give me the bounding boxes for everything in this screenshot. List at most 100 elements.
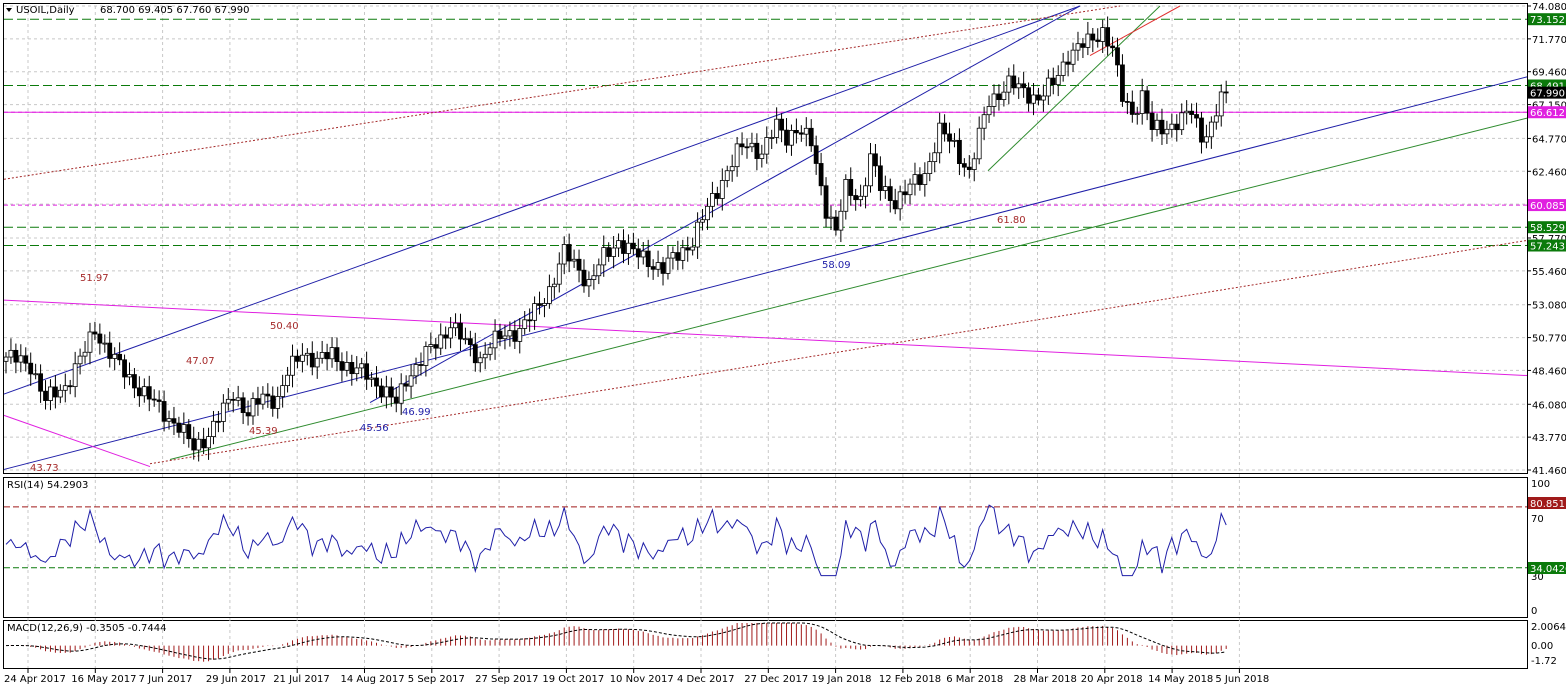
candle-body [635, 248, 641, 258]
candle-body [102, 342, 108, 345]
candle-body [270, 395, 276, 409]
y-tick-label: 71.770 [1532, 35, 1566, 46]
candle-body [902, 191, 908, 196]
candle-body [413, 364, 419, 377]
candle-body [127, 374, 132, 378]
candle-body [1169, 123, 1175, 130]
y-tick-label: 48.460 [1532, 366, 1566, 377]
candle-body [952, 139, 957, 142]
candle-body [141, 386, 147, 397]
fib-level-label: 61.80 [997, 215, 1026, 226]
candle-body [349, 362, 355, 375]
candle-body [710, 193, 715, 207]
candle-body [13, 349, 19, 363]
candle-body [201, 438, 207, 449]
candle-body [527, 319, 533, 322]
candle-body [1213, 115, 1219, 123]
candle-body [1021, 83, 1027, 89]
candle-body [132, 374, 137, 389]
rsi-layer [4, 504, 1527, 577]
candle-body [1134, 113, 1140, 115]
candle-body [714, 193, 720, 199]
candle-body [87, 331, 93, 353]
candle-body [1045, 77, 1051, 97]
candle-body [107, 342, 113, 359]
channel-lower-line [3, 76, 1528, 470]
candle-body [957, 139, 962, 164]
candle-body [1006, 75, 1012, 93]
candle-body [255, 398, 261, 405]
candle-body [117, 353, 123, 361]
x-tick-label: 12 Feb 2018 [879, 674, 941, 685]
usoil-daily-chart[interactable]: 74.08071.77069.46067.15064.77062.46060.1… [0, 0, 1566, 688]
candle-body [522, 319, 528, 329]
candle-body [443, 334, 449, 339]
candle-body [92, 331, 98, 335]
candle-body [551, 283, 557, 288]
candle-body [556, 263, 562, 285]
candle-body [57, 389, 63, 398]
candle-body [581, 269, 587, 287]
fib-level-label: 47.07 [186, 356, 215, 367]
candle-body [784, 129, 789, 146]
price-badges: 73.15268.49167.99066.61260.08558.52957.2… [1528, 13, 1566, 252]
candle-body [507, 330, 513, 337]
collapse-arrow-icon[interactable] [6, 8, 12, 12]
channel-upper-line [3, 5, 1081, 395]
price-badge-label: 67.990 [1530, 89, 1565, 100]
candle-body [492, 330, 498, 349]
candle-body [1189, 110, 1194, 115]
fib-fan-green-line [169, 117, 1528, 460]
candle-body [428, 344, 434, 347]
x-tick-label: 7 Jun 2017 [139, 674, 193, 685]
candle-body [680, 247, 686, 261]
candle-body [897, 191, 903, 210]
candle-body [438, 334, 444, 349]
rsi-tick-0: 0 [1531, 606, 1537, 617]
candle-body [1080, 43, 1086, 48]
candle-body [744, 146, 750, 149]
candle-body [304, 352, 310, 356]
y-tick-label: 41.460 [1532, 466, 1566, 477]
candle-body [408, 375, 414, 387]
candle-body [1218, 91, 1224, 117]
x-tick-label: 5 Jun 2018 [1215, 674, 1269, 685]
candle-body [62, 385, 68, 391]
x-tick-label: 5 Sep 2017 [408, 674, 465, 685]
candle-body [161, 401, 167, 422]
x-tick-label: 6 Mar 2018 [946, 674, 1003, 685]
grid-lines [4, 5, 1527, 668]
candle-body [1011, 75, 1017, 89]
candle-body [265, 393, 271, 397]
candle-body [611, 247, 617, 257]
candle-body [932, 152, 938, 163]
time-axis: 24 Apr 2017 16 May 2017 7 Jun 2017 29 Jun 2… [4, 669, 1269, 685]
candle-body [833, 216, 839, 231]
y-tick-label: 53.080 [1532, 301, 1566, 312]
horizontal-levels [4, 18, 1527, 246]
candle-body [843, 179, 849, 212]
candle-body [33, 373, 39, 376]
y-tick-label: 43.770 [1532, 433, 1566, 444]
candle-body [136, 387, 142, 397]
candle-body [655, 262, 661, 270]
candle-body [1100, 27, 1106, 42]
candle-body [818, 163, 824, 187]
candle-body [532, 303, 537, 321]
candle-body [280, 385, 286, 397]
rsi-title: RSI(14) 54.2903 [7, 480, 88, 491]
y-tick-label: 69.460 [1532, 68, 1566, 79]
candle-body [344, 362, 350, 371]
candle-body [77, 355, 83, 365]
candle-body [779, 118, 784, 131]
candle-body [873, 153, 878, 167]
candle-body [887, 186, 893, 201]
candle-body [403, 383, 409, 387]
candle-body [18, 355, 24, 363]
y-tick-label: 74.080 [1532, 2, 1566, 13]
macd-title: MACD(12,26,9) -0.3505 -0.7444 [7, 623, 167, 634]
candle-body [1105, 27, 1111, 47]
candle-body [542, 302, 547, 306]
candle-body [1070, 49, 1076, 65]
candle-body [186, 424, 192, 440]
